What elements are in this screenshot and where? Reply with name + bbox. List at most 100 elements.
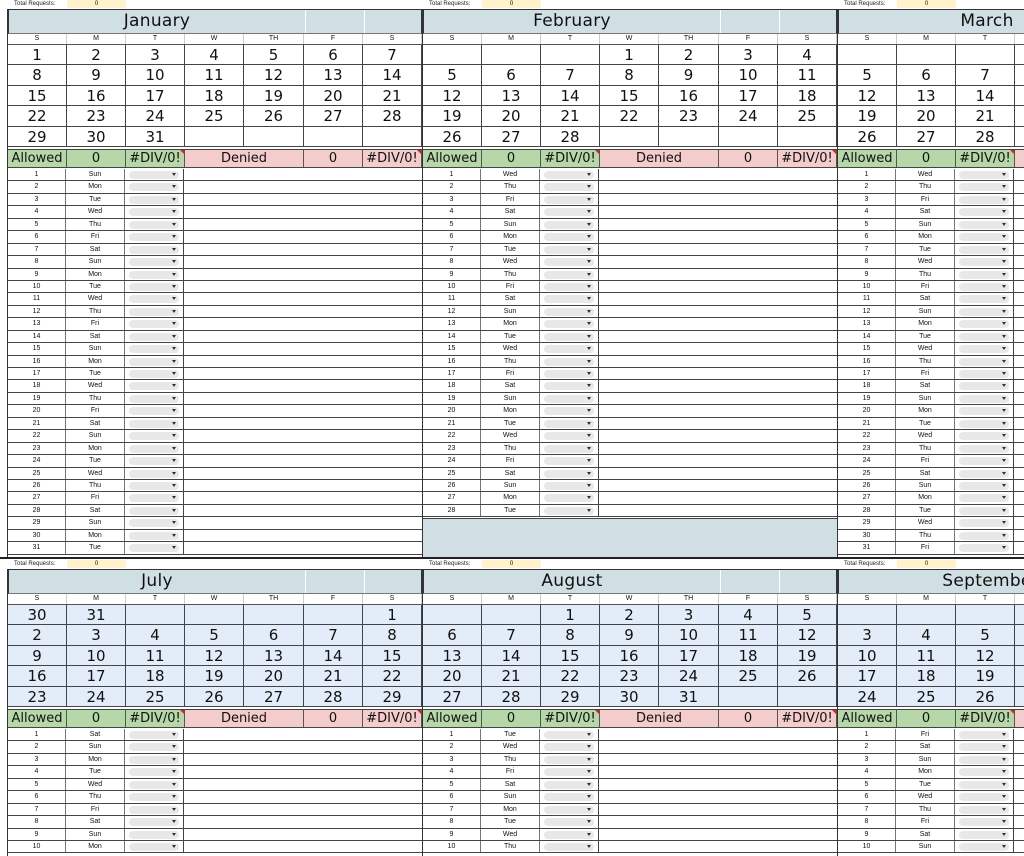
date-cell[interactable]: 16	[8, 666, 67, 686]
date-cell[interactable]: 25	[719, 666, 778, 686]
notes-cell[interactable]	[184, 169, 422, 180]
date-cell[interactable]: 20	[897, 106, 956, 126]
date-cell[interactable]: 26	[244, 106, 304, 126]
notes-cell[interactable]	[1014, 256, 1024, 267]
notes-cell[interactable]	[1014, 405, 1024, 416]
date-cell[interactable]: 19	[185, 666, 244, 686]
date-cell[interactable]: 9	[8, 645, 67, 666]
status-dropdown[interactable]	[955, 766, 1014, 778]
notes-cell[interactable]	[1014, 318, 1024, 329]
notes-cell[interactable]	[1014, 816, 1024, 827]
date-cell[interactable]	[1015, 686, 1024, 706]
status-dropdown[interactable]	[540, 828, 599, 840]
status-dropdown[interactable]	[955, 193, 1014, 206]
status-dropdown[interactable]	[955, 479, 1014, 492]
notes-cell[interactable]	[184, 841, 422, 852]
notes-cell[interactable]	[184, 480, 422, 491]
date-cell[interactable]: 3	[67, 625, 126, 645]
date-cell[interactable]	[1015, 605, 1024, 625]
date-cell[interactable]: 20	[244, 666, 304, 686]
status-dropdown[interactable]	[955, 542, 1014, 554]
date-cell[interactable]: 15	[8, 85, 67, 106]
notes-cell[interactable]	[184, 791, 422, 802]
status-dropdown[interactable]	[125, 368, 184, 380]
date-cell[interactable]	[956, 605, 1015, 625]
notes-cell[interactable]	[1014, 505, 1024, 516]
notes-cell[interactable]	[184, 393, 422, 404]
date-cell[interactable]	[778, 686, 837, 706]
notes-cell[interactable]	[184, 816, 422, 827]
notes-cell[interactable]	[1014, 169, 1024, 180]
status-dropdown[interactable]	[540, 442, 599, 455]
date-cell[interactable]: 1	[8, 45, 67, 65]
notes-cell[interactable]	[1014, 418, 1024, 429]
notes-cell[interactable]	[1014, 281, 1024, 292]
date-cell[interactable]: 22	[8, 106, 67, 126]
notes-cell[interactable]	[599, 380, 837, 391]
date-cell[interactable]: 30	[67, 126, 126, 146]
date-cell[interactable]: 3	[838, 625, 897, 645]
date-cell[interactable]: 26	[778, 666, 837, 686]
status-dropdown[interactable]	[125, 517, 184, 529]
notes-cell[interactable]	[184, 306, 422, 317]
notes-cell[interactable]	[184, 256, 422, 267]
date-cell[interactable]: 7	[304, 625, 363, 645]
notes-cell[interactable]	[1014, 455, 1024, 466]
status-dropdown[interactable]	[540, 430, 599, 442]
status-dropdown[interactable]	[540, 206, 599, 218]
date-cell[interactable]: 19	[778, 645, 837, 666]
date-cell[interactable]: 12	[423, 85, 482, 106]
status-dropdown[interactable]	[540, 380, 599, 392]
date-cell[interactable]: 26	[838, 126, 897, 146]
status-dropdown[interactable]	[125, 330, 184, 343]
date-cell[interactable]: 15	[363, 645, 422, 666]
date-cell[interactable]: 27	[304, 106, 363, 126]
notes-cell[interactable]	[184, 244, 422, 255]
date-cell[interactable]: 17	[126, 85, 185, 106]
notes-cell[interactable]	[184, 318, 422, 329]
date-cell[interactable]	[897, 45, 956, 65]
status-dropdown[interactable]	[955, 803, 1014, 816]
date-cell[interactable]: 6	[897, 65, 956, 85]
notes-cell[interactable]	[599, 841, 837, 852]
date-cell[interactable]: 18	[897, 666, 956, 686]
date-cell[interactable]: 16	[67, 85, 126, 106]
notes-cell[interactable]	[184, 542, 422, 553]
status-dropdown[interactable]	[125, 392, 184, 405]
date-cell[interactable]	[482, 45, 541, 65]
date-cell[interactable]: 14	[304, 645, 363, 666]
status-dropdown[interactable]	[955, 380, 1014, 392]
notes-cell[interactable]	[1014, 517, 1024, 528]
date-cell[interactable]	[304, 605, 363, 625]
date-cell[interactable]: 20	[423, 666, 482, 686]
date-cell[interactable]	[838, 45, 897, 65]
date-cell[interactable]: 11	[897, 645, 956, 666]
date-cell[interactable]: 25	[126, 686, 185, 706]
status-dropdown[interactable]	[955, 442, 1014, 455]
notes-cell[interactable]	[599, 219, 837, 230]
status-dropdown[interactable]	[540, 492, 599, 504]
status-dropdown[interactable]	[125, 542, 184, 554]
status-dropdown[interactable]	[955, 430, 1014, 442]
notes-cell[interactable]	[1014, 542, 1024, 553]
notes-cell[interactable]	[1014, 343, 1024, 354]
date-cell[interactable]: 18	[719, 645, 778, 666]
date-cell[interactable]	[1015, 666, 1024, 686]
status-dropdown[interactable]	[540, 330, 599, 343]
notes-cell[interactable]	[184, 343, 422, 354]
notes-cell[interactable]	[599, 356, 837, 367]
status-dropdown[interactable]	[955, 256, 1014, 268]
date-cell[interactable]	[778, 126, 837, 146]
status-dropdown[interactable]	[955, 729, 1014, 741]
date-cell[interactable]	[363, 126, 422, 146]
notes-cell[interactable]	[184, 754, 422, 765]
date-cell[interactable]: 19	[956, 666, 1015, 686]
notes-cell[interactable]	[184, 331, 422, 342]
status-dropdown[interactable]	[955, 330, 1014, 343]
status-dropdown[interactable]	[540, 816, 599, 828]
notes-cell[interactable]	[1014, 841, 1024, 852]
notes-cell[interactable]	[184, 418, 422, 429]
status-dropdown[interactable]	[955, 778, 1014, 791]
date-cell[interactable]: 11	[185, 65, 244, 85]
status-dropdown[interactable]	[125, 529, 184, 542]
